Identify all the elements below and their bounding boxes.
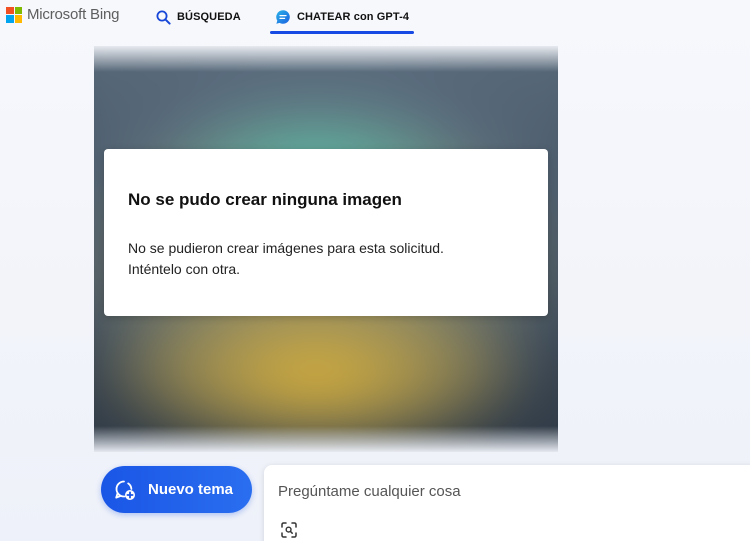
search-icon [156,10,171,25]
tab-chat[interactable]: CHATEAR con GPT-4 [270,0,414,34]
error-dialog: No se pudo crear ninguna imagen No se pu… [104,149,548,316]
error-message: No se pudieron crear imágenes para esta … [128,238,508,280]
tab-search-label: BÚSQUEDA [177,11,241,23]
chat-input[interactable] [278,479,718,503]
new-topic-label: Nuevo tema [148,481,234,498]
top-nav: Microsoft Bing BÚSQUEDA CHATEAR con GPT-… [0,0,750,34]
new-topic-icon [113,478,137,502]
visual-search-icon[interactable] [280,521,298,539]
error-message-line-1: No se pudieron crear imágenes para esta … [128,240,444,256]
chat-composer [264,465,750,541]
new-topic-button[interactable]: Nuevo tema [101,466,252,513]
microsoft-logo-icon [6,6,22,23]
error-message-line-2: Inténtelo con otra. [128,261,241,277]
bing-logo[interactable]: Microsoft Bing [6,6,119,23]
error-title: No se pudo crear ninguna imagen [128,190,402,209]
chat-bubble-icon [275,9,291,25]
brand-name: Microsoft Bing [27,6,120,23]
tab-search[interactable]: BÚSQUEDA [156,0,241,34]
tab-chat-label: CHATEAR con GPT-4 [296,11,410,23]
